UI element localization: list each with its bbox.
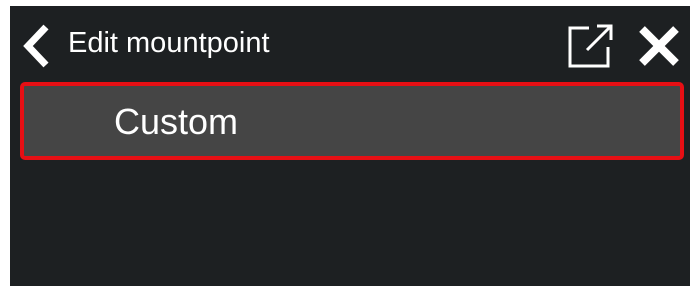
page-title: Edit mountpoint bbox=[68, 27, 270, 59]
close-button[interactable] bbox=[632, 20, 686, 72]
open-external-button[interactable] bbox=[562, 20, 618, 72]
list-item-custom[interactable]: Custom bbox=[20, 82, 684, 160]
close-icon bbox=[639, 26, 679, 66]
back-button[interactable] bbox=[18, 22, 54, 70]
chevron-left-icon bbox=[23, 24, 49, 68]
edit-mountpoint-screen: Edit mountpoint Custom bbox=[10, 6, 690, 286]
open-external-icon bbox=[568, 24, 613, 68]
list-item-label: Custom bbox=[114, 101, 239, 142]
